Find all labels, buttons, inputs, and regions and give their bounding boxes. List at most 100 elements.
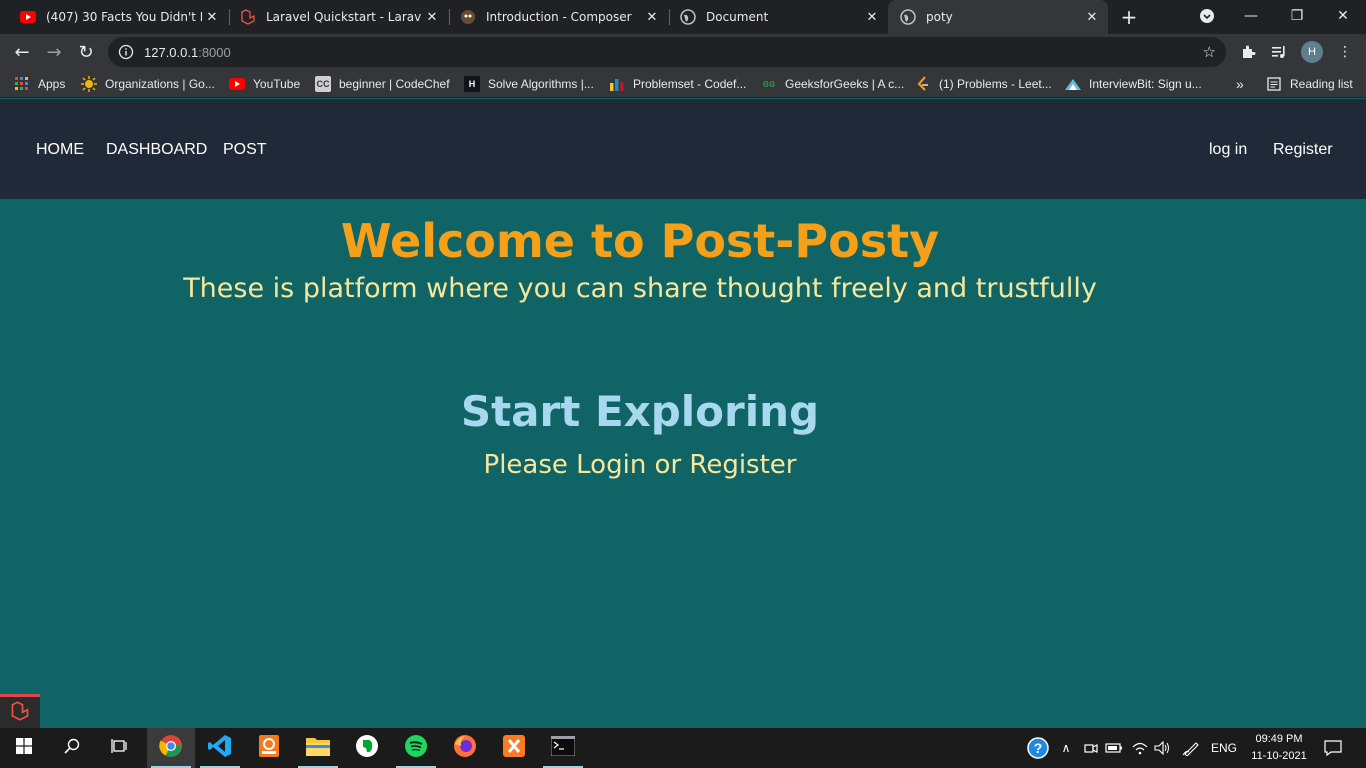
meet-now-icon[interactable]: [1082, 728, 1100, 768]
browser-tab[interactable]: Laravel Quickstart - Laravel - ✕: [228, 0, 448, 34]
new-tab-button[interactable]: +: [1117, 4, 1141, 30]
bookmark-label: GeeksforGeeks | A c...: [785, 77, 905, 91]
explore-subtitle: Please Login or Register: [483, 450, 797, 480]
language-indicator[interactable]: ENG: [1208, 728, 1240, 768]
address-bar[interactable]: 127.0.0.1:8000 ☆: [108, 37, 1226, 67]
browser-tab-strip: (407) 30 Facts You Didn't Kno ✕ Laravel …: [0, 0, 1366, 34]
bookmark-label: YouTube: [253, 77, 301, 91]
close-tab-icon[interactable]: ✕: [642, 7, 662, 27]
bookmark-item[interactable]: H Solve Algorithms |...: [464, 70, 594, 98]
laravel-debugbar-toggle[interactable]: [0, 694, 40, 728]
windows-taskbar: ? ∧ ENG 09:49 PM 11-10-2021: [0, 728, 1366, 768]
volume-icon[interactable]: [1153, 728, 1173, 768]
bookmark-item[interactable]: (1) Problems - Leet...: [915, 70, 1052, 98]
youtube-icon: [229, 76, 245, 92]
browser-tab[interactable]: (407) 30 Facts You Didn't Kno ✕: [8, 0, 228, 34]
nav-dashboard-link[interactable]: DASHBOARD: [106, 141, 207, 159]
browser-tab-active[interactable]: poty ✕: [888, 0, 1108, 34]
nav-post-link[interactable]: POST: [223, 141, 267, 159]
evernote-icon: [355, 734, 379, 762]
help-tray-icon[interactable]: ?: [1024, 728, 1052, 768]
spotify-icon: [404, 734, 428, 762]
close-tab-icon[interactable]: ✕: [1082, 7, 1102, 27]
notifications-icon[interactable]: [1318, 728, 1348, 768]
browser-menu-icon[interactable]: ⋮: [1334, 41, 1356, 63]
restore-button[interactable]: ❐: [1274, 0, 1320, 32]
sun-icon: [81, 76, 97, 92]
nav-register-link[interactable]: Register: [1273, 141, 1333, 159]
media-control-icon[interactable]: [1268, 41, 1290, 63]
reading-list-label: Reading list: [1290, 77, 1353, 91]
nav-home-link[interactable]: HOME: [36, 141, 84, 159]
wifi-icon[interactable]: [1130, 728, 1150, 768]
reload-button[interactable]: ↻: [72, 38, 100, 66]
task-view-button[interactable]: [96, 728, 144, 768]
site-info-icon[interactable]: [118, 44, 134, 60]
close-tab-icon[interactable]: ✕: [202, 7, 222, 27]
taskbar-file-explorer[interactable]: [294, 728, 342, 768]
clock-date: 11-10-2021: [1251, 750, 1307, 762]
bookmark-item[interactable]: YouTube: [229, 70, 300, 98]
taskbar-search-button[interactable]: [48, 728, 96, 768]
profile-avatar[interactable]: H: [1301, 41, 1323, 63]
battery-icon[interactable]: [1104, 728, 1124, 768]
bookmark-item[interactable]: Problemset - Codef...: [609, 70, 746, 98]
site-navbar: HOME DASHBOARD POST log in Register: [0, 99, 1366, 199]
close-window-button[interactable]: ✕: [1320, 0, 1366, 32]
bookmark-label: Solve Algorithms |...: [488, 77, 594, 91]
pen-workspace-icon[interactable]: [1180, 728, 1202, 768]
taskbar-vscode[interactable]: [196, 728, 244, 768]
composer-icon: [460, 9, 476, 25]
windows-logo-icon: [16, 738, 32, 758]
laravel-icon: [10, 700, 30, 725]
url-port: :8000: [198, 44, 231, 60]
nav-login-link[interactable]: log in: [1209, 141, 1247, 159]
hero-title: Welcome to Post-Posty: [340, 214, 940, 268]
browser-tab[interactable]: Document ✕: [668, 0, 888, 34]
bookmark-item[interactable]: Organizations | Go...: [81, 70, 215, 98]
extensions-puzzle-icon[interactable]: [1237, 41, 1259, 63]
bookmark-label: Apps: [38, 77, 66, 91]
tab-title: Laravel Quickstart - Laravel -: [266, 10, 422, 24]
bookmarks-overflow-button[interactable]: »: [1236, 70, 1244, 98]
svg-text:?: ?: [1034, 740, 1043, 756]
taskbar-firefox[interactable]: [441, 728, 489, 768]
taskbar-evernote[interactable]: [343, 728, 391, 768]
xampp-icon: [502, 734, 526, 762]
hero-subtitle: These is platform where you can share th…: [183, 273, 1097, 304]
bookmark-label: (1) Problems - Leet...: [939, 77, 1052, 91]
globe-icon: [900, 9, 916, 25]
taskbar-xampp[interactable]: [490, 728, 538, 768]
terminal-icon: [550, 735, 576, 760]
start-button[interactable]: [0, 728, 48, 768]
bookmark-label: InterviewBit: Sign u...: [1089, 77, 1202, 91]
bookmark-apps[interactable]: Apps: [14, 70, 65, 98]
reading-list-button[interactable]: Reading list: [1266, 70, 1353, 98]
close-tab-icon[interactable]: ✕: [862, 7, 882, 27]
forward-button[interactable]: →: [40, 38, 68, 66]
back-button[interactable]: ←: [8, 38, 36, 66]
browser-tab[interactable]: Introduction - Composer ✕: [448, 0, 668, 34]
bookmarks-bar: Apps Organizations | Go... YouTube CC be…: [0, 70, 1366, 98]
bookmark-item[interactable]: CC beginner | CodeChef: [315, 70, 450, 98]
minimize-button[interactable]: —: [1228, 0, 1274, 32]
show-hidden-icons-chevron-up-icon[interactable]: ∧: [1058, 728, 1074, 768]
taskbar-chrome[interactable]: [147, 728, 195, 768]
interviewbit-icon: [1065, 76, 1081, 92]
hackerrank-icon: H: [464, 76, 480, 92]
close-tab-icon[interactable]: ✕: [422, 7, 442, 27]
bookmark-item[interactable]: InterviewBit: Sign u...: [1065, 70, 1202, 98]
taskbar-terminal[interactable]: [539, 728, 587, 768]
globe-icon: [680, 9, 696, 25]
tab-title: (407) 30 Facts You Didn't Kno: [46, 10, 202, 24]
bookmark-item[interactable]: ɞɞ GeeksforGeeks | A c...: [761, 70, 904, 98]
taskbar-pdf-app[interactable]: [245, 728, 293, 768]
search-icon: [64, 738, 80, 758]
taskbar-clock[interactable]: 09:49 PM 11-10-2021: [1244, 731, 1314, 765]
youtube-icon: [20, 9, 36, 25]
vscode-icon: [208, 734, 232, 762]
tab-search-button[interactable]: [1184, 0, 1230, 32]
bookmark-star-icon[interactable]: ☆: [1203, 43, 1216, 61]
taskbar-spotify[interactable]: [392, 728, 440, 768]
chrome-icon: [159, 734, 183, 762]
